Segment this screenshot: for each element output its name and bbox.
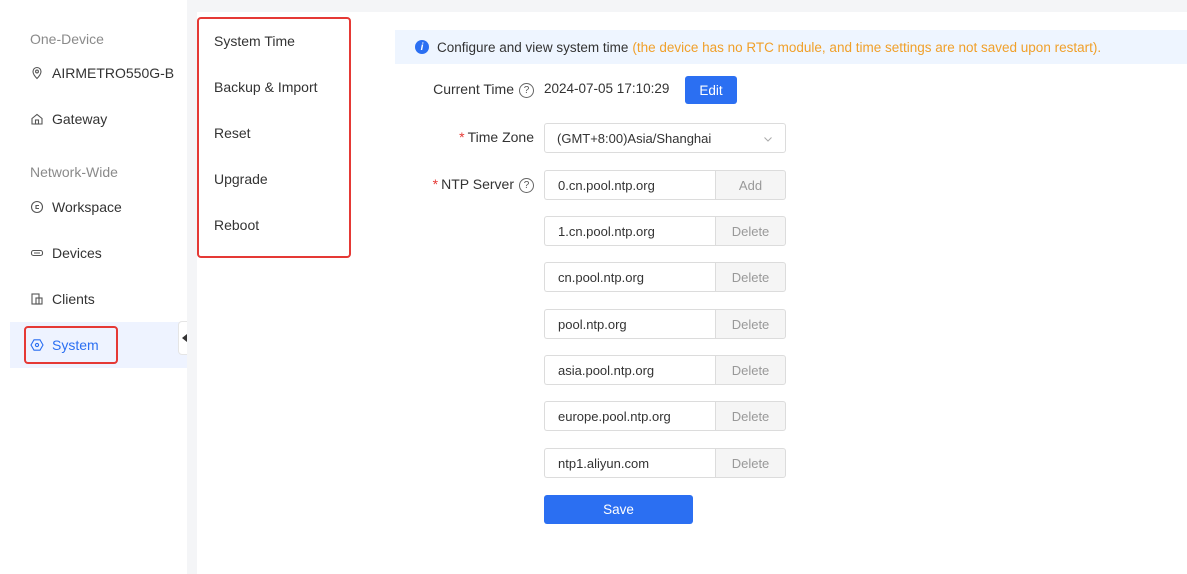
delete-ntp-button[interactable]: Delete: [715, 262, 786, 292]
top-strip: [187, 0, 1187, 12]
ntp-server-input[interactable]: asia.pool.ntp.org: [544, 355, 715, 385]
help-icon[interactable]: ?: [519, 82, 534, 98]
current-time-label-row: Current Time?: [401, 81, 534, 98]
nav-item-devices-label: Devices: [52, 245, 102, 261]
banner-note: (the device has no RTC module, and time …: [632, 39, 1102, 55]
info-banner: i Configure and view system time (the de…: [395, 30, 1187, 64]
nav-item-gateway-label: Gateway: [52, 111, 108, 127]
system-highlight-box: [24, 326, 118, 364]
time-zone-label: Time Zone: [467, 129, 534, 145]
ntp-server-input[interactable]: 0.cn.pool.ntp.org: [544, 170, 715, 200]
submenu-item-reboot[interactable]: Reboot: [214, 217, 259, 233]
ntp-row: pool.ntp.org Delete: [544, 309, 786, 339]
ntp-server-input[interactable]: 1.cn.pool.ntp.org: [544, 216, 715, 246]
current-time-label: Current Time: [433, 81, 514, 97]
info-icon: i: [415, 40, 429, 54]
nav-item-workspace-label: Workspace: [52, 199, 122, 215]
help-icon[interactable]: ?: [519, 177, 534, 193]
submenu-item-upgrade[interactable]: Upgrade: [214, 171, 268, 187]
ntp-server-label: NTP Server: [441, 176, 514, 192]
group-network-wide: Network-Wide: [30, 164, 118, 180]
ntp-server-label-row: * NTP Server?: [401, 176, 534, 193]
time-zone-label-row: * Time Zone: [459, 129, 534, 145]
delete-ntp-button[interactable]: Delete: [715, 448, 786, 478]
gutter: [187, 0, 197, 574]
workspace-icon: [30, 200, 44, 214]
add-ntp-button[interactable]: Add: [715, 170, 786, 200]
chevron-down-icon: [763, 132, 773, 142]
current-time-value: 2024-07-05 17:10:29: [544, 81, 670, 96]
nav-item-devices[interactable]: Devices: [10, 230, 187, 276]
delete-ntp-button[interactable]: Delete: [715, 355, 786, 385]
ntp-server-input[interactable]: cn.pool.ntp.org: [544, 262, 715, 292]
banner-text: Configure and view system time: [437, 39, 629, 55]
nav-item-clients[interactable]: Clients: [10, 276, 187, 322]
time-zone-value: (GMT+8:00)Asia/Shanghai: [557, 130, 712, 146]
ntp-row: 0.cn.pool.ntp.org Add: [544, 170, 786, 200]
nav-item-clients-label: Clients: [52, 291, 95, 307]
ntp-server-input[interactable]: pool.ntp.org: [544, 309, 715, 339]
nav-item-workspace[interactable]: Workspace: [10, 184, 187, 230]
submenu-item-system-time[interactable]: System Time: [214, 33, 295, 49]
delete-ntp-button[interactable]: Delete: [715, 309, 786, 339]
save-button[interactable]: Save: [544, 495, 693, 524]
edit-button[interactable]: Edit: [685, 76, 737, 104]
ntp-server-input[interactable]: ntp1.aliyun.com: [544, 448, 715, 478]
home-icon: [30, 112, 44, 126]
router-icon: [30, 246, 44, 260]
left-nav: One-Device AIRMETRO550G-B Gateway Networ…: [0, 0, 192, 574]
system-submenu: System Time Backup & Import Reset Upgrad…: [197, 12, 382, 574]
delete-ntp-button[interactable]: Delete: [715, 401, 786, 431]
ntp-row: europe.pool.ntp.org Delete: [544, 401, 786, 431]
nav-item-device-label: AIRMETRO550G-B: [52, 65, 175, 81]
system-time-panel: i Configure and view system time (the de…: [381, 12, 1187, 574]
ntp-row: ntp1.aliyun.com Delete: [544, 448, 786, 478]
nav-item-device[interactable]: AIRMETRO550G-B: [10, 50, 187, 96]
delete-ntp-button[interactable]: Delete: [715, 216, 786, 246]
time-zone-select[interactable]: (GMT+8:00)Asia/Shanghai: [544, 123, 786, 153]
ntp-row: cn.pool.ntp.org Delete: [544, 262, 786, 292]
location-icon: [30, 66, 44, 80]
nav-item-gateway[interactable]: Gateway: [10, 96, 187, 142]
submenu-item-backup-import[interactable]: Backup & Import: [214, 79, 318, 95]
submenu-item-reset[interactable]: Reset: [214, 125, 251, 141]
group-one-device: One-Device: [30, 31, 104, 47]
clients-icon: [30, 292, 44, 306]
ntp-row: 1.cn.pool.ntp.org Delete: [544, 216, 786, 246]
ntp-row: asia.pool.ntp.org Delete: [544, 355, 786, 385]
ntp-server-input[interactable]: europe.pool.ntp.org: [544, 401, 715, 431]
